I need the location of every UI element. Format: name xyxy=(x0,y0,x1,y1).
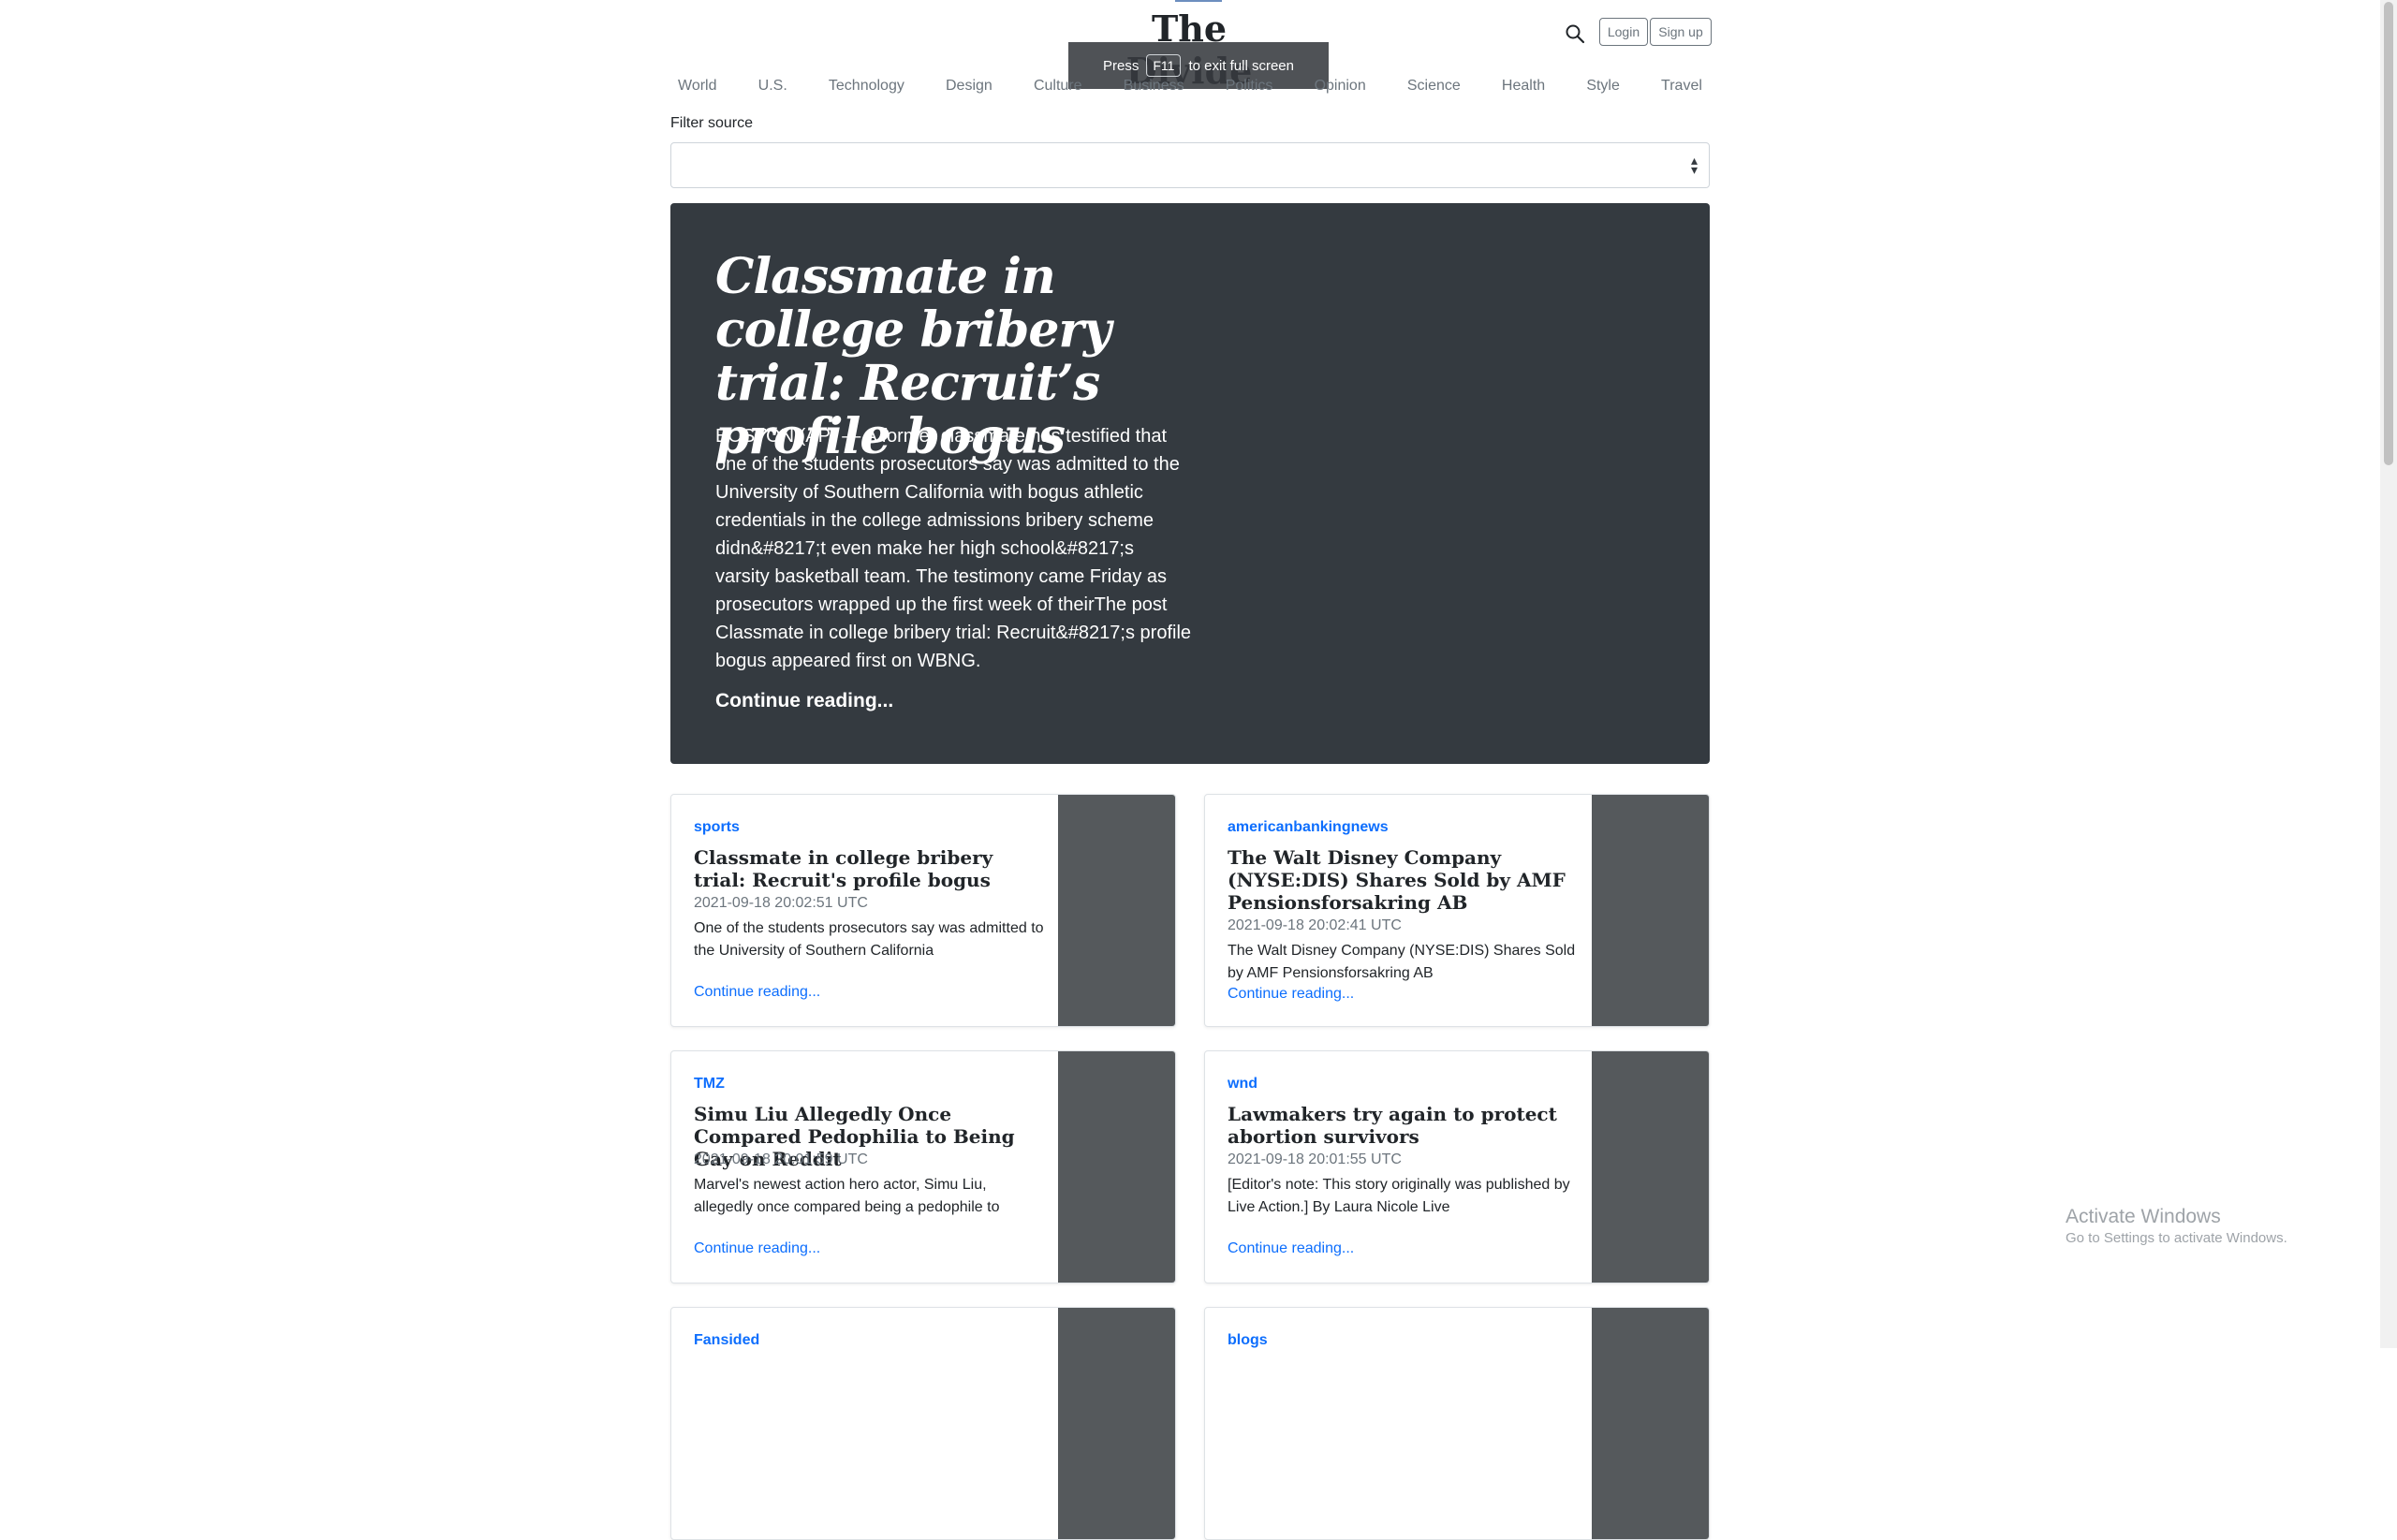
card-date: 2021-09-18 20:01:55 UTC xyxy=(1228,1151,1402,1167)
card-title[interactable]: Classmate in college bribery trial: Recr… xyxy=(694,846,1050,891)
featured-text: BOSTON (AP) — A former classmate has tes… xyxy=(715,426,1192,671)
scrollbar-thumb[interactable] xyxy=(2384,2,2393,465)
watermark-title: Activate Windows xyxy=(2066,1206,2221,1227)
nav-item-politics[interactable]: Politics xyxy=(1218,75,1281,97)
fullscreen-prefix: Press xyxy=(1103,57,1140,74)
card-excerpt: Marvel's newest action hero actor, Simu … xyxy=(694,1177,1000,1215)
card-thumbnail[interactable] xyxy=(1058,1051,1175,1283)
article-card: wnd Lawmakers try again to protect abort… xyxy=(1204,1050,1710,1283)
card-thumbnail[interactable] xyxy=(1592,795,1709,1026)
fullscreen-key: F11 xyxy=(1146,54,1182,77)
card-excerpt: [Editor's note: This story originally wa… xyxy=(1228,1177,1570,1215)
nav-item-opinion[interactable]: Opinion xyxy=(1307,75,1374,97)
nav-item-business[interactable]: Business xyxy=(1116,75,1192,97)
nav-item-health[interactable]: Health xyxy=(1494,75,1552,97)
activate-windows-watermark: Activate Windows Go to Settings to activ… xyxy=(2066,1206,2287,1246)
card-thumbnail[interactable] xyxy=(1592,1051,1709,1283)
card-excerpt: One of the students prosecutors say was … xyxy=(694,920,1044,959)
card-continue-link[interactable]: Continue reading... xyxy=(694,1240,820,1257)
nav-item-world[interactable]: World xyxy=(670,75,725,97)
nav-item-style[interactable]: Style xyxy=(1579,75,1627,97)
card-continue-link[interactable]: Continue reading... xyxy=(1228,1240,1354,1257)
card-source[interactable]: sports xyxy=(694,819,740,836)
card-title[interactable]: Lawmakers try again to protect abortion … xyxy=(1228,1103,1583,1148)
article-card: blogs xyxy=(1204,1307,1710,1540)
brand-underline xyxy=(1175,0,1222,2)
nav-item-technology[interactable]: Technology xyxy=(821,75,912,97)
card-continue-link[interactable]: Continue reading... xyxy=(1228,986,1354,1003)
card-thumbnail[interactable] xyxy=(1592,1308,1709,1539)
article-card: TMZ Simu Liu Allegedly Once Compared Ped… xyxy=(670,1050,1176,1283)
fullscreen-suffix: to exit full screen xyxy=(1188,57,1294,74)
watermark-subtitle: Go to Settings to activate Windows. xyxy=(2066,1230,2287,1246)
nav-item-culture[interactable]: Culture xyxy=(1026,75,1090,97)
featured-article: Classmate in college bribery trial: Recr… xyxy=(670,203,1710,764)
card-source[interactable]: americanbankingnews xyxy=(1228,819,1389,836)
featured-continue-link[interactable]: Continue reading... xyxy=(715,690,893,712)
nav-item-travel[interactable]: Travel xyxy=(1654,75,1710,97)
chevron-updown-icon: ▴ ▾ xyxy=(1690,154,1698,178)
card-excerpt: The Walt Disney Company (NYSE:DIS) Share… xyxy=(1228,943,1576,981)
article-card: americanbankingnews The Walt Disney Comp… xyxy=(1204,794,1710,1027)
page-scrollbar[interactable] xyxy=(2380,0,2397,1348)
article-card: Fansided xyxy=(670,1307,1176,1540)
card-thumbnail[interactable] xyxy=(1058,1308,1175,1539)
nav-item-design[interactable]: Design xyxy=(938,75,1000,97)
article-card: sports Classmate in college bribery tria… xyxy=(670,794,1176,1027)
nav-item-science[interactable]: Science xyxy=(1400,75,1468,97)
card-source[interactable]: blogs xyxy=(1228,1332,1268,1349)
card-source[interactable]: Fansided xyxy=(694,1332,759,1349)
card-continue-link[interactable]: Continue reading... xyxy=(694,984,820,1001)
search-icon[interactable] xyxy=(1564,22,1586,45)
login-button[interactable]: Login xyxy=(1599,18,1648,46)
card-source[interactable]: TMZ xyxy=(694,1076,725,1093)
filter-label: Filter source xyxy=(670,115,754,131)
card-source[interactable]: wnd xyxy=(1228,1076,1257,1093)
card-date: 2021-09-18 20:02:51 UTC xyxy=(694,895,868,911)
signup-button[interactable]: Sign up xyxy=(1650,18,1712,46)
card-title[interactable]: The Walt Disney Company (NYSE:DIS) Share… xyxy=(1228,846,1583,914)
card-date: 2021-09-18 20:01:59 UTC xyxy=(694,1151,868,1167)
category-nav: World U.S. Technology Design Culture Bus… xyxy=(670,75,1710,97)
nav-item-us[interactable]: U.S. xyxy=(751,75,795,97)
card-date: 2021-09-18 20:02:41 UTC xyxy=(1228,917,1402,933)
card-thumbnail[interactable] xyxy=(1058,795,1175,1026)
filter-source-select[interactable]: ▴ ▾ xyxy=(670,142,1710,188)
